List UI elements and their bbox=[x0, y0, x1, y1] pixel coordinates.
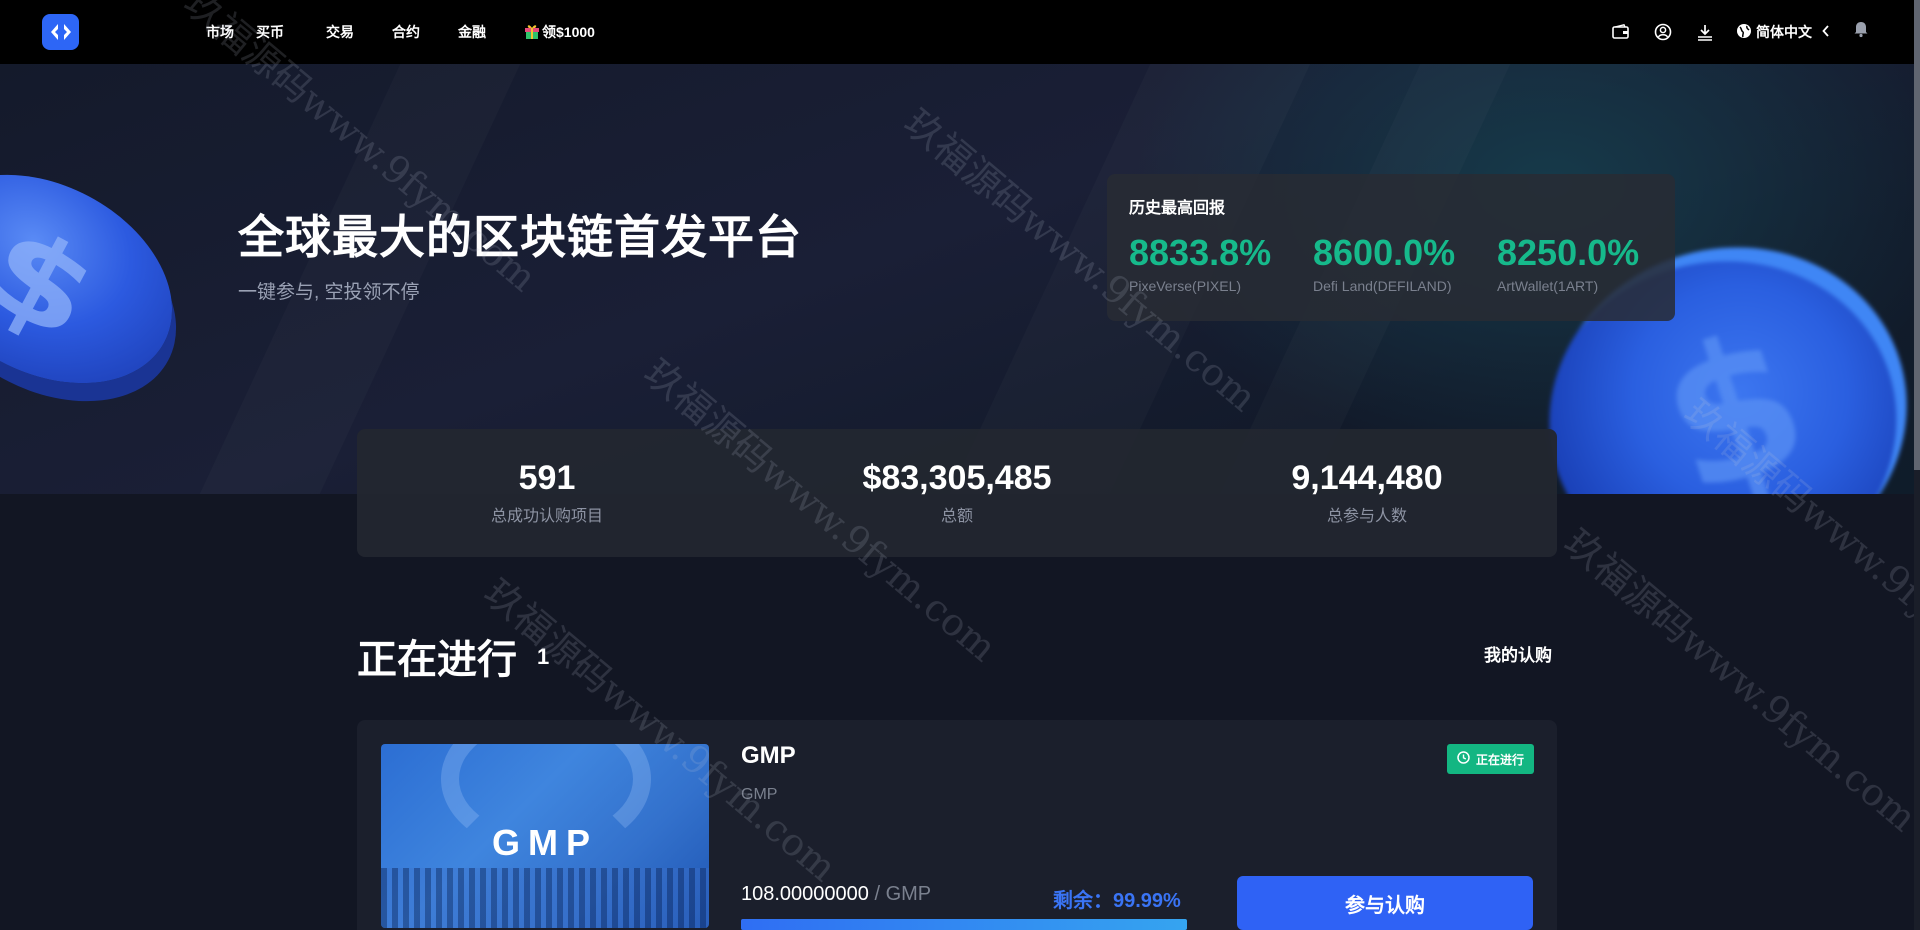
gift-icon bbox=[524, 23, 540, 42]
clock-icon bbox=[1457, 751, 1470, 767]
platform-stats: 591 总成功认购项目 $83,305,485 总额 9,144,480 总参与… bbox=[357, 429, 1557, 557]
user-icon[interactable] bbox=[1652, 21, 1674, 43]
price-value: 108.00000000 bbox=[741, 883, 869, 905]
stat-value: $83,305,485 bbox=[862, 459, 1052, 497]
project-image[interactable]: GMP bbox=[381, 744, 709, 928]
highest-return-title: 历史最高回报 bbox=[1129, 200, 1226, 217]
wallet-icon[interactable] bbox=[1610, 21, 1632, 43]
coin-illustration: $ bbox=[0, 132, 209, 426]
city-graphic bbox=[381, 868, 709, 928]
status-label: 正在进行 bbox=[1476, 752, 1525, 767]
return-project-name: ArtWallet(1ART) bbox=[1497, 278, 1599, 294]
return-project-name: PixeVerse(PIXEL) bbox=[1129, 278, 1242, 294]
nav-item-contract[interactable]: 合约 bbox=[392, 22, 420, 42]
stat-item: 9,144,480 总参与人数 bbox=[1257, 459, 1477, 526]
logo-icon[interactable] bbox=[42, 14, 79, 50]
bell-icon[interactable] bbox=[1850, 18, 1872, 40]
section-title: 正在进行 bbox=[357, 638, 517, 682]
stat-item: 591 总成功认购项目 bbox=[437, 459, 657, 526]
globe-icon bbox=[1736, 23, 1752, 42]
return-item: 8600.0% Defi Land(DEFILAND) bbox=[1313, 232, 1455, 294]
return-value: 8250.0% bbox=[1497, 232, 1640, 273]
language-selector[interactable]: 简体中文 bbox=[1736, 22, 1830, 42]
nav-item-market[interactable]: 市场 bbox=[206, 22, 234, 42]
price-unit: / GMP bbox=[868, 883, 932, 905]
scrollbar-thumb[interactable] bbox=[1914, 0, 1920, 470]
nav-item-reward-label: 领$1000 bbox=[542, 24, 595, 40]
status-badge: 正在进行 bbox=[1447, 744, 1535, 774]
chevron-left-icon bbox=[1822, 24, 1830, 40]
return-item: 8833.8% PixeVerse(PIXEL) bbox=[1129, 232, 1271, 294]
stat-item: $83,305,485 总额 bbox=[827, 459, 1087, 526]
remaining-percent: 剩余：99.99% bbox=[1053, 890, 1181, 912]
return-value: 8833.8% bbox=[1129, 232, 1272, 273]
project-price: 108.00000000 / GMP bbox=[741, 883, 931, 906]
project-card[interactable]: GMP GMP GMP 正在进行 108.00000000 / GMP 剩余：9… bbox=[357, 720, 1557, 930]
highest-return-card: 历史最高回报 8833.8% PixeVerse(PIXEL) 8600.0% … bbox=[1107, 174, 1675, 321]
nav-right: 简体中文 bbox=[1610, 0, 1872, 64]
language-label: 简体中文 bbox=[1756, 24, 1812, 40]
main-nav: 市场 买币 交易 合约 金融 领$1000 bbox=[206, 0, 595, 64]
download-icon[interactable] bbox=[1694, 21, 1716, 43]
project-image-text: GMP bbox=[491, 822, 598, 863]
nav-item-reward[interactable]: 领$1000 bbox=[524, 22, 595, 42]
stat-value: 591 bbox=[518, 459, 576, 497]
progress-bar bbox=[741, 919, 1187, 930]
my-subscriptions-link[interactable]: 我的认购 bbox=[1484, 641, 1552, 666]
project-name: GMP bbox=[741, 742, 796, 769]
section-count: 1 bbox=[537, 644, 550, 669]
return-project-name: Defi Land(DEFILAND) bbox=[1313, 278, 1452, 294]
hero-title: 全球最大的区块链首发平台 bbox=[238, 211, 802, 263]
nav-item-trade[interactable]: 交易 bbox=[326, 22, 354, 42]
return-item: 8250.0% ArtWallet(1ART) bbox=[1497, 232, 1639, 294]
progress-fill bbox=[741, 919, 1187, 930]
top-navbar: 市场 买币 交易 合约 金融 领$1000 简体中文 bbox=[0, 0, 1920, 64]
scrollbar-track[interactable] bbox=[1914, 0, 1920, 930]
project-symbol: GMP bbox=[741, 786, 778, 803]
hero-subtitle: 一键参与, 空投领不停 bbox=[238, 282, 420, 303]
stat-label: 总参与人数 bbox=[1326, 508, 1407, 525]
subscribe-button[interactable]: 参与认购 bbox=[1237, 876, 1533, 930]
stat-value: 9,144,480 bbox=[1291, 459, 1443, 497]
watermark-text: 玖福源码www.9fym.com bbox=[1555, 520, 1920, 841]
nav-item-finance[interactable]: 金融 bbox=[458, 22, 486, 42]
stat-label: 总额 bbox=[940, 508, 973, 525]
return-value: 8600.0% bbox=[1313, 232, 1456, 273]
stat-label: 总成功认购项目 bbox=[490, 508, 603, 525]
nav-item-buy[interactable]: 买币 bbox=[256, 22, 284, 42]
